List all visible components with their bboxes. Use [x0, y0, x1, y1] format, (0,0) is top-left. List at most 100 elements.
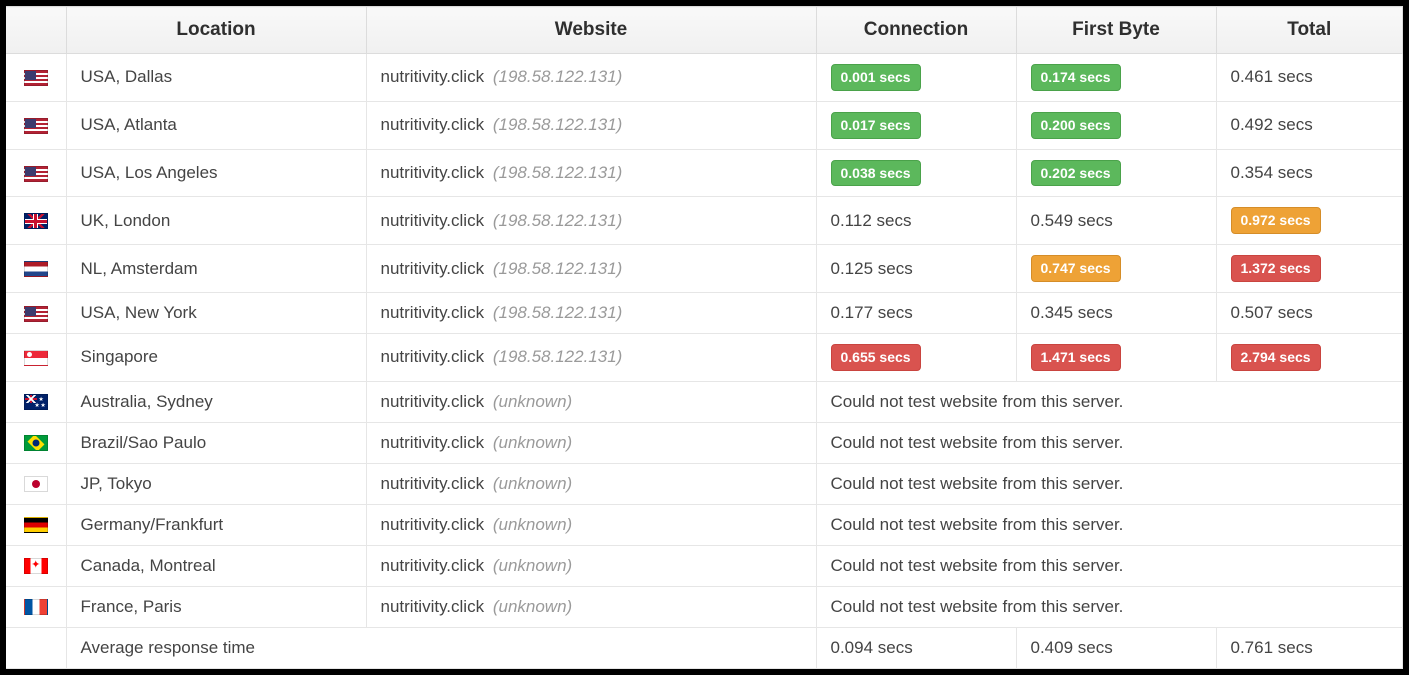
website-ip: (198.58.122.131) — [493, 115, 623, 134]
error-cell: Could not test website from this server. — [816, 463, 1403, 504]
table-row: JP, Tokyo nutritivity.click (unknown) Coul… — [6, 463, 1403, 504]
website-domain: nutritivity.click — [381, 515, 485, 534]
table-row: USA, New Yorknutritivity.click (198.58.1… — [6, 292, 1403, 333]
website-domain: nutritivity.click — [381, 433, 485, 452]
flag-icon-de — [24, 517, 48, 533]
error-cell: Could not test website from this server. — [816, 422, 1403, 463]
website-cell: nutritivity.click (198.58.122.131) — [366, 101, 816, 149]
error-cell: Could not test website from this server. — [816, 381, 1403, 422]
website-domain: nutritivity.click — [381, 597, 485, 616]
flag-cell — [6, 149, 66, 197]
time-badge: 0.200 secs — [1031, 112, 1121, 139]
website-ip: (198.58.122.131) — [493, 163, 623, 182]
website-cell: nutritivity.click (unknown) — [366, 422, 816, 463]
total-cell: 2.794 secs — [1216, 333, 1403, 381]
flag-icon-nl — [24, 261, 48, 277]
flag-icon-us — [24, 306, 48, 322]
table-row: NL, Amsterdamnutritivity.click (198.58.1… — [6, 245, 1403, 293]
connection-cell: 0.112 secs — [816, 197, 1016, 245]
location-cell: France, Paris — [66, 586, 366, 627]
header-total[interactable]: Total — [1216, 7, 1403, 54]
average-first-byte: 0.409 secs — [1016, 627, 1216, 668]
flag-cell — [6, 463, 66, 504]
header-location[interactable]: Location — [66, 7, 366, 54]
website-domain: nutritivity.click — [381, 67, 485, 86]
time-badge: 2.794 secs — [1231, 344, 1321, 371]
flag-icon-us — [24, 118, 48, 134]
table-row: USA, Los Angelesnutritivity.click (198.5… — [6, 149, 1403, 197]
location-cell: USA, Los Angeles — [66, 149, 366, 197]
time-badge: 0.747 secs — [1031, 255, 1121, 282]
first-byte-cell: 0.747 secs — [1016, 245, 1216, 293]
connection-cell: 0.017 secs — [816, 101, 1016, 149]
table-row: Germany/Frankfurtnutritivity.click (unkn… — [6, 504, 1403, 545]
website-domain: nutritivity.click — [381, 115, 485, 134]
time-badge: 0.174 secs — [1031, 64, 1121, 91]
table-row: UK, Londonnutritivity.click (198.58.122.… — [6, 197, 1403, 245]
total-cell: 0.507 secs — [1216, 292, 1403, 333]
website-domain: nutritivity.click — [381, 556, 485, 575]
website-domain: nutritivity.click — [381, 303, 485, 322]
connection-cell: 0.125 secs — [816, 245, 1016, 293]
website-cell: nutritivity.click (unknown) — [366, 504, 816, 545]
website-ip: (unknown) — [493, 474, 572, 493]
website-domain: nutritivity.click — [381, 474, 485, 493]
first-byte-cell: 0.345 secs — [1016, 292, 1216, 333]
website-cell: nutritivity.click (198.58.122.131) — [366, 292, 816, 333]
flag-icon-sg — [24, 350, 48, 366]
location-cell: USA, Dallas — [66, 54, 366, 102]
flag-cell — [6, 504, 66, 545]
header-first-byte[interactable]: First Byte — [1016, 7, 1216, 54]
first-byte-cell: 0.200 secs — [1016, 101, 1216, 149]
website-cell: nutritivity.click (unknown) — [366, 381, 816, 422]
location-cell: JP, Tokyo — [66, 463, 366, 504]
website-cell: nutritivity.click (unknown) — [366, 545, 816, 586]
flag-cell — [6, 54, 66, 102]
website-domain: nutritivity.click — [381, 163, 485, 182]
location-cell: USA, Atlanta — [66, 101, 366, 149]
connection-cell: 0.038 secs — [816, 149, 1016, 197]
time-badge: 0.655 secs — [831, 344, 921, 371]
flag-icon-us — [24, 166, 48, 182]
location-cell: NL, Amsterdam — [66, 245, 366, 293]
flag-icon-br — [24, 435, 48, 451]
website-cell: nutritivity.click (198.58.122.131) — [366, 197, 816, 245]
header-connection[interactable]: Connection — [816, 7, 1016, 54]
table-row: USA, Dallasnutritivity.click (198.58.122… — [6, 54, 1403, 102]
average-connection: 0.094 secs — [816, 627, 1016, 668]
table-row: France, Parisnutritivity.click (unknown)… — [6, 586, 1403, 627]
website-cell: nutritivity.click (unknown) — [366, 586, 816, 627]
website-cell: nutritivity.click (198.58.122.131) — [366, 149, 816, 197]
flag-icon-fr — [24, 599, 48, 615]
error-cell: Could not test website from this server. — [816, 586, 1403, 627]
time-badge: 0.972 secs — [1231, 207, 1321, 234]
flag-icon-au — [24, 394, 48, 410]
location-cell: UK, London — [66, 197, 366, 245]
flag-cell — [6, 381, 66, 422]
time-badge: 0.038 secs — [831, 160, 921, 187]
first-byte-cell: 1.471 secs — [1016, 333, 1216, 381]
header-website[interactable]: Website — [366, 7, 816, 54]
connection-cell: 0.655 secs — [816, 333, 1016, 381]
website-ip: (unknown) — [493, 433, 572, 452]
first-byte-cell: 0.174 secs — [1016, 54, 1216, 102]
header-flag — [6, 7, 66, 54]
website-cell: nutritivity.click (198.58.122.131) — [366, 245, 816, 293]
error-cell: Could not test website from this server. — [816, 504, 1403, 545]
flag-cell — [6, 197, 66, 245]
time-badge: 1.471 secs — [1031, 344, 1121, 371]
error-cell: Could not test website from this server. — [816, 545, 1403, 586]
first-byte-cell: 0.202 secs — [1016, 149, 1216, 197]
flag-icon-ca — [24, 558, 48, 574]
flag-cell — [6, 333, 66, 381]
average-total: 0.761 secs — [1216, 627, 1403, 668]
website-domain: nutritivity.click — [381, 347, 485, 366]
table-row: Australia, Sydneynutritivity.click (unkn… — [6, 381, 1403, 422]
connection-cell: 0.177 secs — [816, 292, 1016, 333]
website-ip: (unknown) — [493, 392, 572, 411]
location-cell: USA, New York — [66, 292, 366, 333]
total-cell: 1.372 secs — [1216, 245, 1403, 293]
website-ip: (unknown) — [493, 556, 572, 575]
location-cell: Australia, Sydney — [66, 381, 366, 422]
total-cell: 0.492 secs — [1216, 101, 1403, 149]
